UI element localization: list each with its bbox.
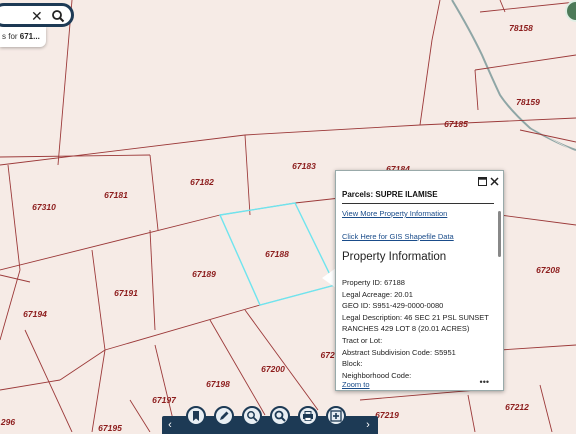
property-info-title: Property Information (342, 251, 447, 263)
parcel-label: 296 (0, 417, 15, 427)
view-property-link[interactable]: View More Property Information (342, 209, 447, 218)
parcel-label: 67182 (190, 177, 214, 187)
parcel-label: 67212 (505, 402, 529, 412)
parcel-label: 67189 (192, 269, 216, 279)
popup-scrollbar[interactable] (498, 211, 501, 257)
search-tool-icon[interactable] (270, 406, 290, 426)
search-icon[interactable] (51, 9, 65, 23)
popup-pointer (322, 268, 336, 288)
parcel-label: 67198 (206, 379, 230, 389)
bookmark-icon[interactable] (186, 406, 206, 426)
property-popup: Parcels: SUPRE ILAMISE View More Propert… (335, 170, 504, 391)
search-suggestion[interactable]: s for 671... (0, 27, 46, 47)
add-data-icon[interactable] (326, 406, 346, 426)
parcel-label: 67194 (23, 309, 47, 319)
parcel-label: 67310 (32, 202, 56, 212)
print-icon[interactable] (298, 406, 318, 426)
attr-geo-id: GEO ID: S951-429-0000-0080 (342, 301, 444, 311)
parcel-label: 67181 (104, 190, 128, 200)
suggestion-term: 671... (19, 32, 40, 41)
clear-search-icon[interactable]: ✕ (31, 8, 43, 24)
popup-header-divider (342, 203, 494, 204)
measure-icon[interactable] (242, 406, 262, 426)
parcel-label: 67197 (152, 395, 177, 405)
parcel-label: 67219 (375, 410, 399, 420)
attr-property-id: Property ID: 67188 (342, 278, 405, 287)
attr-block: Block: (342, 359, 363, 369)
parcel-label: 67208 (536, 265, 560, 275)
attr-legal-acreage: Legal Acreage: 20.01 (342, 289, 413, 299)
search-box[interactable]: ✕ (0, 3, 74, 27)
draw-icon[interactable] (214, 406, 234, 426)
close-icon[interactable] (490, 173, 499, 186)
toolbar-prev-button[interactable]: ‹ (164, 418, 176, 432)
parcel-label: 67195 (98, 423, 122, 432)
more-options-button[interactable]: ••• (480, 377, 489, 387)
parcel-label: 67191 (114, 288, 138, 298)
attr-tract-or-lot: Tract or Lot: (342, 335, 383, 345)
popup-window-controls (478, 173, 499, 186)
parcel-label: 67188 (265, 249, 289, 259)
parcel-label: 67185 (444, 119, 468, 129)
parcel-label: 78159 (516, 97, 540, 107)
attr-legal-description: Legal Description: 46 SEC 21 PSL SUNSET … (342, 312, 489, 334)
zoom-to-link[interactable]: Zoom to (342, 380, 370, 389)
suggestion-prefix: s for (2, 32, 20, 41)
popup-header: Parcels: SUPRE ILAMISE (342, 190, 438, 199)
gis-shapefile-link[interactable]: Click Here for GIS Shapefile Data (342, 232, 454, 241)
widget-toolbar: ‹ › (162, 406, 378, 434)
parcel-label: 78158 (509, 23, 533, 33)
attr-abstract-subdivision: Abstract Subdivision Code: S5951 (342, 347, 456, 357)
toolbar-next-button[interactable]: › (362, 418, 374, 432)
parcel-label: 67200 (261, 364, 285, 374)
parcel-label: 67183 (292, 161, 316, 171)
dock-icon[interactable] (478, 173, 487, 186)
property-attributes: Property ID: 67188 Legal Acreage: 20.01 … (342, 277, 492, 381)
